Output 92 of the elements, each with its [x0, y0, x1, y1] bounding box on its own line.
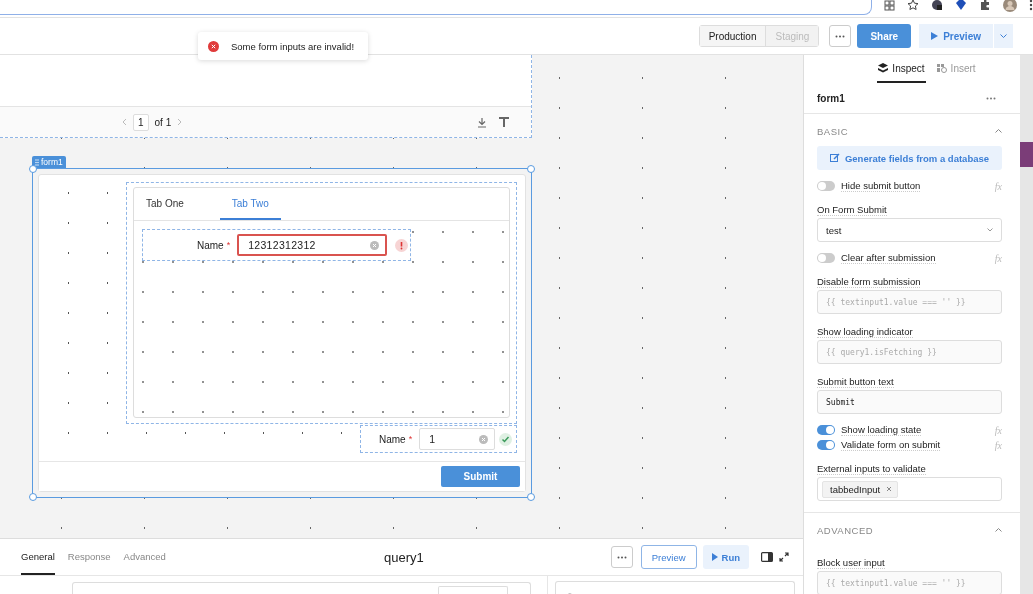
field-label: Name	[379, 433, 406, 445]
input-value: 1	[429, 433, 436, 445]
resize-handle[interactable]	[29, 165, 37, 173]
more-icon	[835, 34, 846, 38]
tags-field[interactable]: tabbedInput	[817, 477, 1002, 501]
query-tab[interactable]: Advanced	[123, 539, 166, 575]
page-field[interactable]: 1	[133, 113, 149, 131]
error-icon	[208, 40, 219, 52]
input-tag[interactable]: tabbedInput	[822, 480, 899, 498]
collapse-caret-icon[interactable]	[995, 129, 1002, 133]
inspector-tab[interactable]: Inspect	[877, 55, 926, 83]
star-icon[interactable]	[907, 0, 919, 11]
section-title: ADVANCED	[817, 524, 874, 536]
query-title: query1	[384, 549, 424, 565]
section-title: BASIC	[817, 125, 848, 137]
submit-button[interactable]: Submit	[441, 466, 520, 487]
toggle-switch[interactable]	[817, 253, 835, 263]
toggle-switch[interactable]	[817, 425, 835, 435]
text-input[interactable]: 12312312312	[237, 234, 388, 256]
drag-handle-icon[interactable]	[35, 158, 39, 166]
kebab-menu-icon[interactable]	[1029, 0, 1033, 11]
required-mark: *	[408, 434, 413, 444]
clear-icon[interactable]	[479, 434, 489, 444]
share-button[interactable]: Share	[857, 24, 912, 48]
setting-label: Clear after submission	[841, 252, 936, 264]
side-panel-icon[interactable]	[761, 552, 773, 562]
input-value: 12312312312	[248, 239, 316, 251]
text-input[interactable]: 1	[419, 428, 496, 450]
query-tab[interactable]: General	[21, 539, 55, 575]
toggle-switch[interactable]	[817, 181, 835, 191]
error-icon	[395, 238, 409, 252]
component-name: form1	[817, 92, 845, 104]
setting-label: Hide submit button	[841, 180, 921, 192]
setting-label: Submit button text	[817, 376, 894, 388]
container-tab[interactable]: Tab One	[146, 188, 194, 220]
page-total: of 1	[154, 116, 172, 128]
more-icon[interactable]	[986, 96, 996, 100]
more-button[interactable]	[829, 25, 852, 47]
remove-icon[interactable]	[886, 486, 893, 492]
clear-icon[interactable]	[370, 240, 380, 250]
play-icon	[711, 553, 718, 561]
collapse-caret-icon[interactable]	[995, 528, 1002, 532]
components-icon	[936, 63, 947, 73]
code-field[interactable]: {{ textinput1.value === '' }}	[817, 571, 1002, 594]
check-icon	[499, 432, 513, 446]
run-button[interactable]: Run	[702, 545, 749, 569]
inspector-tab[interactable]: Insert	[935, 55, 977, 83]
previous-page-icon[interactable]	[122, 118, 127, 126]
caret-icon	[1000, 34, 1007, 38]
resize-handle[interactable]	[527, 493, 535, 501]
generate-fields-button[interactable]: Generate fields from a database	[817, 146, 1002, 170]
toggle-switch[interactable]	[817, 440, 835, 450]
resize-handle[interactable]	[29, 493, 37, 501]
diamond-icon[interactable]	[955, 0, 967, 11]
preview-button[interactable]: Preview	[640, 545, 697, 569]
setting-label: Disable form submission	[817, 276, 921, 288]
play-icon	[931, 32, 939, 40]
grid-icon[interactable]	[884, 0, 895, 11]
setting-label: Show loading indicator	[817, 326, 913, 338]
edge-strip	[1020, 142, 1033, 167]
field-label: Name	[197, 239, 224, 251]
shield-icon[interactable]	[931, 0, 943, 11]
expand-icon[interactable]	[779, 552, 789, 562]
code-field[interactable]: {{ textinput1.value === '' }}	[817, 290, 1002, 314]
more-icon	[616, 555, 627, 559]
filter-icon[interactable]	[499, 117, 509, 127]
next-page-icon[interactable]	[177, 118, 183, 126]
toast-message: Some form inputs are invalid!	[231, 40, 355, 52]
select-field[interactable]: test	[817, 218, 1002, 242]
form-selection-outline[interactable]: Tab One Tab Two Name * 12312312312 Name * 1 Submit	[32, 168, 532, 498]
setting-label: On Form Submit	[817, 204, 887, 216]
more-button[interactable]	[610, 546, 633, 568]
component-label[interactable]: form1	[32, 156, 66, 168]
address-bar[interactable]	[0, 0, 872, 15]
code-field[interactable]: {{ query1.isFetching }}	[817, 340, 1002, 364]
resize-handle[interactable]	[527, 165, 535, 173]
container-tab[interactable]: Tab Two	[219, 188, 281, 220]
avatar-icon[interactable]	[1003, 0, 1017, 12]
download-icon[interactable]	[477, 116, 487, 128]
setting-label: External inputs to validate	[817, 463, 926, 475]
query-tab[interactable]: Response	[67, 539, 111, 575]
setting-label: Show loading state	[841, 424, 922, 436]
required-mark: *	[226, 240, 231, 250]
text-field[interactable]: Submit	[817, 390, 1002, 414]
puzzle-icon[interactable]	[979, 0, 991, 11]
setting-label: Block user input	[817, 557, 885, 569]
edit-icon	[829, 153, 840, 163]
setting-label: Validate form on submit	[841, 439, 941, 451]
environment-tab[interactable]: Production	[699, 26, 767, 46]
caret-icon	[987, 228, 993, 232]
layers-icon	[878, 63, 889, 73]
search-field[interactable]	[555, 581, 795, 594]
